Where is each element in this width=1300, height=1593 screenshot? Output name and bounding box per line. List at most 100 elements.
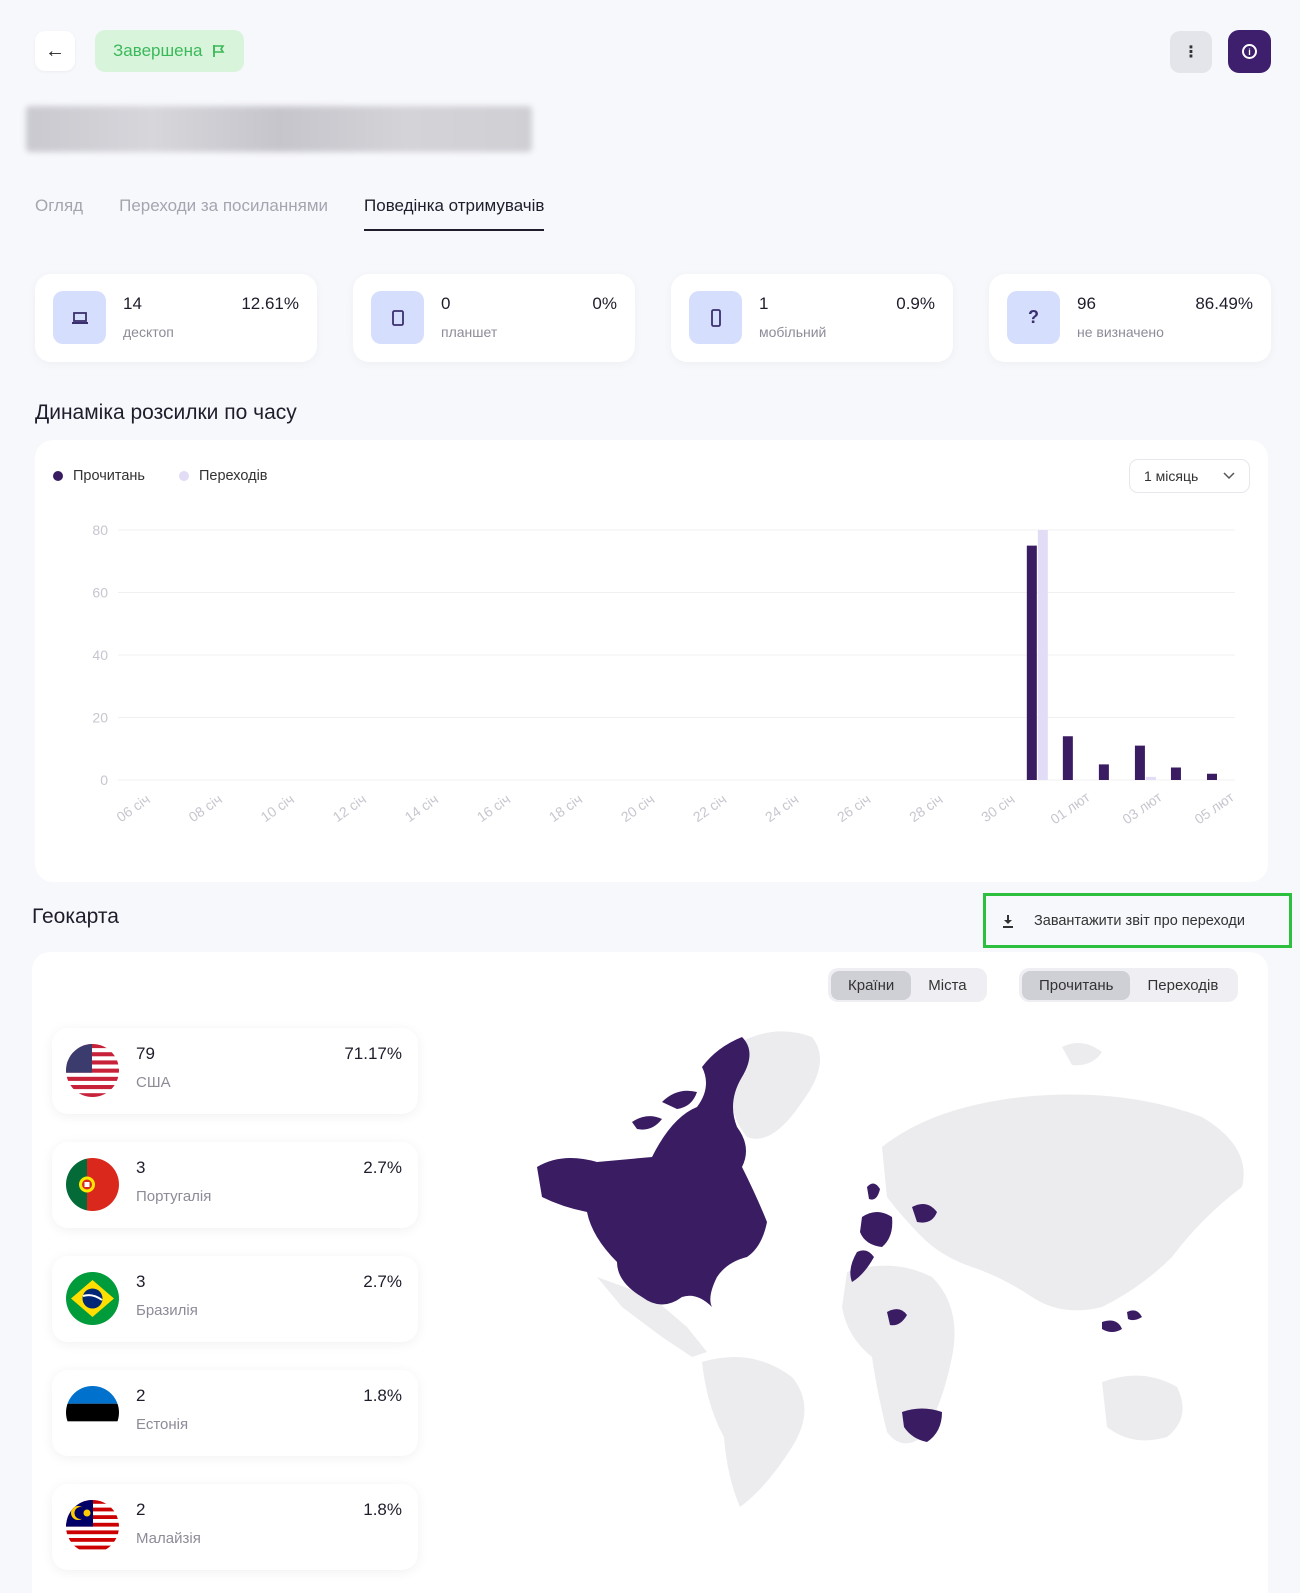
timeline-chart: 0 20 40 60 80 06 січ 08 січ 10 січ 12 січ 14 січ 1… [92,522,1237,827]
flag-icon [213,45,225,57]
toggle-reads[interactable]: Прочитань [1022,970,1131,1000]
country-name: США [136,1074,171,1091]
map-eurasia [882,1094,1244,1311]
device-card-desktop: 14 десктоп 12.61% [35,274,317,362]
tablet-icon [371,291,424,344]
y-tick-label: 80 [92,522,108,538]
tab-bar: Огляд Переходи за посиланнями Поведінка … [35,196,545,231]
tab-link-clicks[interactable]: Переходи за посиланнями [119,196,328,231]
device-label: мобільний [759,324,827,340]
bar-clicks[interactable] [1145,776,1156,780]
info-icon: i [1242,44,1257,59]
country-card-usa: 79 США 71.17% [52,1028,418,1114]
bar-clicks[interactable] [1037,530,1048,780]
x-tick-label: 14 січ [402,791,441,825]
bar-reads[interactable] [1098,764,1109,780]
more-options-button[interactable]: ⋮ [1170,31,1212,73]
country-card-malaysia: 2 Малайзія 1.8% [52,1484,418,1570]
x-tick-label: 05 лют [1191,788,1237,827]
country-count: 3 [136,1158,146,1177]
download-icon [1003,914,1013,928]
y-tick-label: 0 [100,772,108,788]
x-tick-label: 06 січ [113,791,152,825]
tab-overview[interactable]: Огляд [35,196,83,231]
map-australia [1102,1375,1183,1441]
x-tick-label: 12 січ [330,791,369,825]
device-label: не визначено [1077,324,1164,340]
device-label: планшет [441,324,498,340]
bar-reads[interactable] [1134,745,1145,780]
estonia-flag-icon [66,1386,119,1439]
y-tick-label: 40 [92,647,108,663]
device-card-tablet: 0 планшет 0% [353,274,635,362]
tab-recipient-behavior[interactable]: Поведінка отримувачів [364,196,545,231]
status-badge: Завершена [95,30,245,72]
country-percent: 1.8% [363,1500,402,1519]
x-tick-label: 28 січ [906,791,945,825]
scope-toggle: Країни Міста [828,968,987,1002]
geo-title: Геокарта [32,905,119,928]
device-percent: 86.49% [1195,294,1253,313]
vertical-dots-icon: ⋮ [1183,44,1199,61]
device-percent: 12.61% [241,294,299,313]
question-icon: ? [1007,291,1060,344]
country-count: 2 [136,1500,146,1519]
x-tick-label: 20 січ [618,791,657,825]
arrow-left-icon: ← [45,39,65,62]
country-name: Малайзія [136,1530,201,1547]
portugal-flag-icon [66,1158,119,1211]
geo-card: Країни Міста Прочитань Переходів 79 США … [32,952,1268,1593]
laptop-icon [53,291,106,344]
device-count: 14 [123,294,142,313]
bar-reads[interactable] [1170,767,1181,781]
country-percent: 71.17% [344,1044,402,1063]
toggle-clicks[interactable]: Переходів [1130,971,1235,1000]
status-label: Завершена [113,41,203,60]
x-tick-label: 22 січ [690,791,729,825]
x-tick-label: 10 січ [258,791,297,825]
country-card-brazil: 3 Бразилія 2.7% [52,1256,418,1342]
brazil-flag-icon [66,1272,119,1325]
device-count: 0 [441,294,451,313]
country-name: Естонія [136,1416,189,1433]
timeline-chart-card: Прочитань Переходів 1 місяць 0 20 40 60 80 06… [35,440,1268,882]
campaign-title-blurred [26,106,532,152]
malaysia-flag-icon [66,1500,119,1553]
country-card-estonia: 2 Естонія 1.8% [52,1370,418,1456]
country-count: 2 [136,1386,146,1405]
info-button[interactable]: i [1228,30,1271,73]
x-tick-label: 30 січ [978,791,1017,825]
download-report-button[interactable]: Завантажити звіт про переходи [983,893,1292,948]
map-north-america [537,1037,767,1307]
map-arctic-islands [1062,1043,1102,1066]
device-count: 1 [759,294,769,313]
toggle-cities[interactable]: Міста [911,971,983,1000]
back-button[interactable]: ← [35,31,75,71]
country-card-portugal: 3 Португалія 2.7% [52,1142,418,1228]
y-tick-label: 20 [92,710,108,726]
mobile-icon [689,291,742,344]
world-map[interactable] [502,1007,1262,1507]
x-tick-label: 08 січ [186,791,225,825]
x-tick-label: 26 січ [834,791,873,825]
timeline-title: Динаміка розсилки по часу [35,401,297,424]
x-tick-label: 03 лют [1119,788,1165,827]
map-uk [867,1183,880,1200]
device-count: 96 [1077,294,1096,313]
x-tick-label: 18 січ [546,791,585,825]
country-percent: 2.7% [363,1158,402,1177]
y-tick-label: 60 [92,585,108,601]
bar-reads[interactable] [1062,736,1073,780]
device-card-mobile: 1 мобільний 0.9% [671,274,953,362]
map-iberia [860,1212,893,1247]
download-label: Завантажити звіт про переходи [1034,912,1245,929]
toggle-countries[interactable]: Країни [831,970,912,1000]
bar-reads[interactable] [1026,545,1037,780]
country-name: Бразилія [136,1302,198,1319]
bar-reads[interactable] [1206,773,1217,780]
metric-toggle: Прочитань Переходів [1019,968,1239,1002]
device-label: десктоп [123,324,174,340]
x-tick-label: 24 січ [762,791,801,825]
device-card-unknown: ? 96 не визначено 86.49% [989,274,1271,362]
x-tick-label: 16 січ [474,791,513,825]
